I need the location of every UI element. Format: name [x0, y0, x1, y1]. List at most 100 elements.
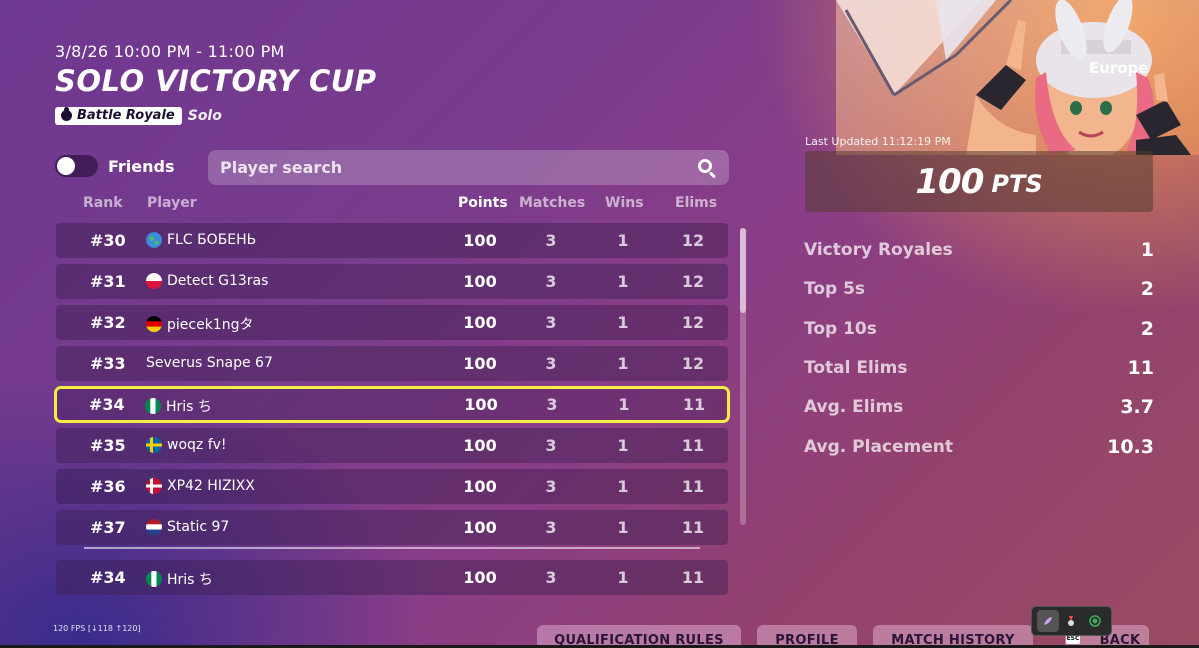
row-player: Hris ち	[145, 396, 212, 416]
row-points: 100	[463, 436, 497, 455]
friends-label: Friends	[108, 156, 175, 176]
row-rank: #33	[90, 354, 126, 373]
stat-label: Top 10s	[804, 318, 877, 339]
stat-label: Avg. Elims	[804, 397, 904, 418]
row-rank: #34	[89, 395, 125, 414]
mode-badge: Battle Royale	[55, 107, 182, 125]
table-row[interactable]: #31 Detect G13ras 100 3 1 12	[56, 264, 728, 299]
points-unit: PTS	[991, 169, 1043, 198]
row-player-name: XP42 HIZIXX	[167, 478, 255, 494]
row-rank: #35	[90, 436, 126, 455]
row-wins: 1	[617, 272, 629, 291]
table-row[interactable]: #37 Static 97 100 3 1 11	[56, 510, 728, 545]
row-points: 100	[464, 395, 498, 414]
stat-row: Avg. Placement 10.3	[804, 435, 1154, 461]
row-points: 100	[463, 568, 497, 587]
stat-row: Avg. Elims 3.7	[804, 396, 1154, 421]
poland-flag-icon	[146, 273, 162, 289]
row-points: 100	[463, 272, 497, 291]
row-wins: 1	[618, 395, 630, 414]
submode-label: Solo	[187, 108, 222, 124]
row-player: Hris ち	[146, 569, 213, 589]
row-elims: 11	[681, 436, 705, 455]
player-search-bar[interactable]	[208, 150, 729, 185]
column-matches[interactable]: Matches	[519, 195, 585, 211]
record-icon[interactable]	[1084, 610, 1106, 632]
mode-row: Battle Royale Solo	[55, 107, 222, 125]
row-matches: 3	[545, 477, 557, 496]
row-matches: 3	[545, 272, 557, 291]
friends-filter[interactable]: Friends	[55, 155, 175, 177]
column-wins[interactable]: Wins	[605, 195, 644, 211]
fps-counter: 120 FPS [↓118 ↑120]	[53, 624, 141, 633]
overlay-toolbar	[1031, 606, 1112, 636]
row-rank: #34	[90, 568, 126, 587]
stat-row: Top 5s 2	[804, 278, 1154, 303]
row-wins: 1	[617, 313, 629, 332]
row-matches: 3	[545, 518, 557, 537]
table-row[interactable]: #34 Hris ち 100 3 1 11	[54, 386, 730, 423]
table-row[interactable]: #36 XP42 HIZIXX 100 3 1 11	[56, 469, 728, 504]
list-divider	[84, 547, 700, 549]
row-player-name: woqz fv!	[167, 437, 227, 453]
row-elims: 12	[681, 272, 705, 291]
row-elims: 11	[681, 518, 705, 537]
stat-label: Victory Royales	[804, 240, 953, 260]
nigeria-flag-icon	[145, 398, 161, 414]
row-rank: #31	[90, 272, 126, 291]
stat-row: Victory Royales 1	[804, 239, 1154, 264]
row-elims: 11	[681, 568, 705, 587]
column-rank: Rank	[83, 195, 123, 211]
row-points: 100	[463, 354, 497, 373]
event-title: SOLO VICTORY CUP	[55, 64, 377, 98]
points-summary: 100 PTS	[805, 151, 1153, 212]
column-points[interactable]: Points	[458, 195, 508, 211]
stat-row: Top 10s 2	[804, 317, 1154, 343]
row-player: Severus Snape 67	[146, 355, 273, 371]
row-points: 100	[463, 518, 497, 537]
stat-value: 10.3	[1107, 435, 1154, 458]
stat-value: 2	[1140, 317, 1154, 340]
row-wins: 1	[617, 436, 629, 455]
row-player-name: FLC БОБЕНЬ	[167, 232, 257, 248]
scrollbar-thumb[interactable]	[740, 228, 746, 313]
stat-label: Top 5s	[804, 279, 866, 300]
denmark-flag-icon	[146, 478, 162, 494]
row-matches: 3	[545, 436, 557, 455]
stat-value: 2	[1140, 278, 1154, 301]
stat-label: Total Elims	[804, 357, 908, 378]
table-row[interactable]: #35 woqz fv! 100 3 1 11	[56, 428, 728, 463]
medal-icon[interactable]	[1060, 610, 1082, 632]
nigeria-flag-icon	[146, 571, 162, 587]
table-row[interactable]: #33 Severus Snape 67 100 3 1 12	[56, 346, 728, 381]
row-player-name: piecek1ngタ	[167, 317, 254, 333]
row-player-name: Severus Snape 67	[146, 355, 273, 371]
row-matches: 3	[545, 313, 557, 332]
search-icon[interactable]	[697, 158, 717, 179]
column-player: Player	[147, 195, 197, 211]
character-portrait	[836, 0, 1199, 155]
feather-icon[interactable]	[1036, 610, 1059, 632]
row-wins: 1	[617, 477, 629, 496]
table-row[interactable]: #32 piecek1ngタ 100 3 1 12	[56, 305, 728, 340]
region-label: Europe	[1089, 59, 1149, 77]
battle-royale-icon	[61, 107, 72, 121]
stat-value: 1	[1140, 239, 1154, 261]
friends-toggle[interactable]	[55, 155, 98, 177]
player-search-input[interactable]	[220, 158, 697, 177]
row-player-name: Hris ち	[167, 572, 213, 588]
row-wins: 1	[617, 231, 629, 250]
row-elims: 11	[682, 395, 706, 414]
row-matches: 3	[545, 568, 557, 587]
row-wins: 1	[617, 568, 629, 587]
table-row[interactable]: #34 Hris ち 100 3 1 11	[56, 560, 728, 595]
stat-label: Avg. Placement	[804, 436, 954, 457]
row-elims: 12	[681, 231, 705, 250]
character-art	[836, 0, 1199, 155]
germany-flag-icon	[146, 316, 162, 332]
row-points: 100	[463, 477, 497, 496]
table-row[interactable]: #30 FLC БОБЕНЬ 100 3 1 12	[56, 223, 728, 258]
row-points: 100	[463, 313, 497, 332]
column-elims[interactable]: Elims	[675, 195, 717, 211]
mode-label: Battle Royale	[77, 108, 175, 123]
